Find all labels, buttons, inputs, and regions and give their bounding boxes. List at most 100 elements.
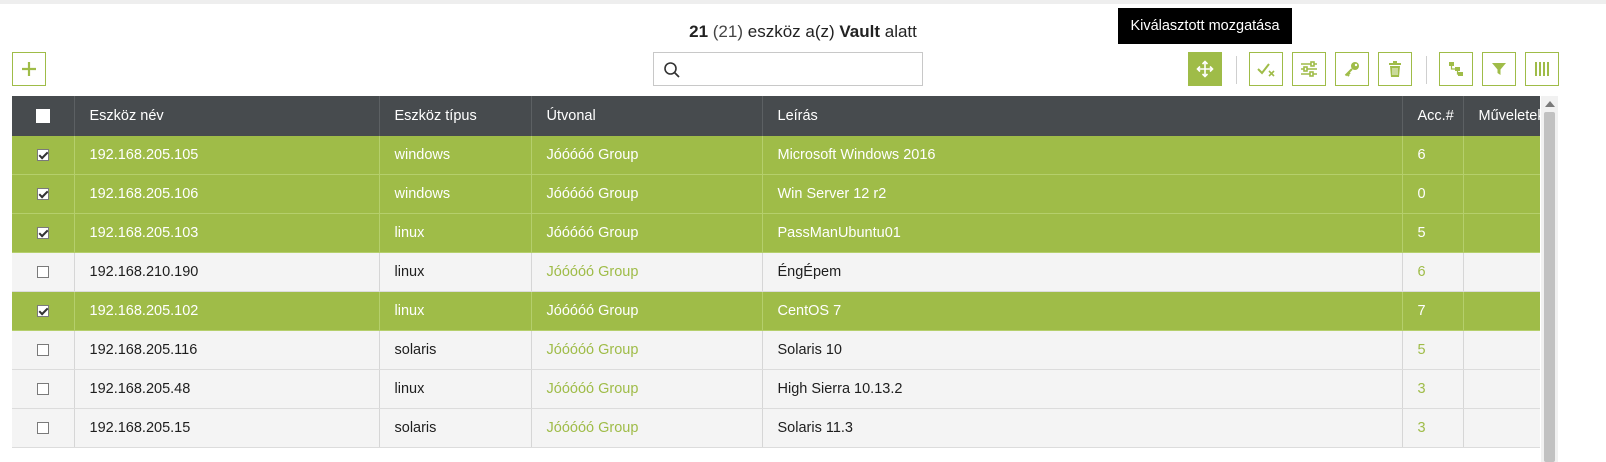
row-checkbox[interactable] xyxy=(36,266,49,279)
device-type-cell: windows xyxy=(379,174,532,214)
table-row[interactable]: 192.168.205.15 solaris Jóóóóó Group Solaris… xyxy=(12,408,1540,448)
device-path-link[interactable]: Jóóóóó Group xyxy=(531,174,763,214)
columns-icon xyxy=(1535,62,1549,76)
deselect-button[interactable] xyxy=(1249,52,1283,86)
account-count-link[interactable]: 5 xyxy=(1402,213,1464,253)
toolbar-separator xyxy=(1236,56,1237,84)
row-actions-cell xyxy=(1463,330,1540,370)
device-type-cell: linux xyxy=(379,252,532,292)
columns-button[interactable] xyxy=(1525,52,1559,86)
device-description-cell: Microsoft Windows 2016 xyxy=(762,136,1403,175)
scroll-up-arrow[interactable] xyxy=(1545,101,1555,107)
filter-button[interactable] xyxy=(1482,52,1516,86)
plus-icon xyxy=(22,62,36,76)
settings-sliders-button[interactable] xyxy=(1292,52,1326,86)
row-checkbox[interactable] xyxy=(36,383,49,396)
device-description-cell: CentOS 7 xyxy=(762,291,1403,331)
row-actions-cell xyxy=(1463,136,1540,175)
column-header-accounts[interactable]: Acc.# xyxy=(1402,96,1464,136)
table-row[interactable]: 192.168.205.48 linux Jóóóóó Group High Sier… xyxy=(12,369,1540,409)
device-type-cell: windows xyxy=(379,136,532,175)
select-all-checkbox[interactable] xyxy=(35,109,50,124)
add-device-button[interactable] xyxy=(12,52,46,86)
device-description-cell: High Sierra 10.13.2 xyxy=(762,369,1403,409)
row-checkbox-cell xyxy=(12,369,75,409)
vault-name: Vault xyxy=(839,22,881,41)
tree-view-button[interactable] xyxy=(1439,52,1473,86)
table-row[interactable]: 192.168.210.190 linux Jóóóóó Group ÉngÉpem 6 xyxy=(12,252,1540,292)
row-checkbox[interactable] xyxy=(36,344,49,357)
row-actions-cell xyxy=(1463,291,1540,331)
move-icon xyxy=(1196,60,1214,78)
row-checkbox-cell xyxy=(12,136,75,175)
account-count-link[interactable]: 7 xyxy=(1402,291,1464,331)
top-strip xyxy=(0,0,1606,4)
scrollbar-thumb[interactable] xyxy=(1544,112,1555,462)
table-row[interactable]: 192.168.205.105 windows Jóóóóó Group Micros… xyxy=(12,136,1540,175)
count-suffix: alatt xyxy=(884,22,917,41)
table-row[interactable]: 192.168.205.102 linux Jóóóóó Group CentOS 7… xyxy=(12,291,1540,331)
device-description-cell: ÉngÉpem xyxy=(762,252,1403,292)
account-count-link[interactable]: 3 xyxy=(1402,369,1464,409)
row-checkbox[interactable] xyxy=(36,422,49,435)
row-actions-cell xyxy=(1463,213,1540,253)
column-header-actions: Műveletek xyxy=(1463,96,1540,136)
device-count: 21 xyxy=(689,22,709,41)
account-count-link[interactable]: 6 xyxy=(1402,252,1464,292)
account-count-link[interactable]: 0 xyxy=(1402,174,1464,214)
table-row[interactable]: 192.168.205.103 linux Jóóóóó Group PassManU… xyxy=(12,213,1540,253)
device-name-cell: 192.168.205.48 xyxy=(74,369,380,409)
device-path-link[interactable]: Jóóóóó Group xyxy=(531,252,763,292)
device-name-cell: 192.168.205.105 xyxy=(74,136,380,175)
device-description-cell: Solaris 11.3 xyxy=(762,408,1403,448)
filter-icon xyxy=(1492,63,1506,75)
row-checkbox-cell xyxy=(12,174,75,214)
table-row[interactable]: 192.168.205.106 windows Jóóóóó Group Win Se… xyxy=(12,174,1540,214)
device-name-cell: 192.168.210.190 xyxy=(74,252,380,292)
row-actions-cell xyxy=(1463,369,1540,409)
device-path-link[interactable]: Jóóóóó Group xyxy=(531,369,763,409)
column-header-name[interactable]: Eszköz név xyxy=(74,96,380,136)
device-type-cell: linux xyxy=(379,291,532,331)
account-count-link[interactable]: 3 xyxy=(1402,408,1464,448)
device-name-cell: 192.168.205.106 xyxy=(74,174,380,214)
devices-table-container: Eszköz név Eszköz típus Útvonal Leírás A… xyxy=(12,96,1540,462)
row-checkbox[interactable] xyxy=(36,227,49,240)
device-count-title: 21 (21) eszköz a(z) Vault alatt xyxy=(0,22,1606,42)
device-path-link[interactable]: Jóóóóó Group xyxy=(531,330,763,370)
search-box[interactable] xyxy=(653,52,923,86)
device-type-cell: solaris xyxy=(379,408,532,448)
count-middle-text: eszköz a(z) xyxy=(747,22,835,41)
column-header-type[interactable]: Eszköz típus xyxy=(379,96,532,136)
search-input[interactable] xyxy=(688,53,916,85)
row-checkbox[interactable] xyxy=(36,305,49,318)
search-icon xyxy=(664,62,680,78)
vertical-scrollbar[interactable] xyxy=(1541,96,1558,462)
row-checkbox[interactable] xyxy=(36,149,49,162)
row-checkbox[interactable] xyxy=(36,188,49,201)
account-count-link[interactable]: 5 xyxy=(1402,330,1464,370)
deselect-icon xyxy=(1257,63,1275,77)
device-type-cell: linux xyxy=(379,213,532,253)
device-description-cell: Solaris 10 xyxy=(762,330,1403,370)
device-total: (21) xyxy=(712,22,743,41)
device-path-link[interactable]: Jóóóóó Group xyxy=(531,291,763,331)
tree-icon xyxy=(1449,62,1463,76)
account-count-link[interactable]: 6 xyxy=(1402,136,1464,175)
credentials-key-button[interactable] xyxy=(1335,52,1369,86)
table-row[interactable]: 192.168.205.116 solaris Jóóóóó Group Solari… xyxy=(12,330,1540,370)
toolbar-separator xyxy=(1426,56,1427,84)
column-header-description[interactable]: Leírás xyxy=(762,96,1403,136)
move-selected-button[interactable] xyxy=(1188,52,1222,86)
device-type-cell: solaris xyxy=(379,330,532,370)
row-actions-cell xyxy=(1463,408,1540,448)
delete-button[interactable] xyxy=(1378,52,1412,86)
device-path-link[interactable]: Jóóóóó Group xyxy=(531,213,763,253)
device-path-link[interactable]: Jóóóóó Group xyxy=(531,408,763,448)
device-path-link[interactable]: Jóóóóó Group xyxy=(531,136,763,175)
column-header-path[interactable]: Útvonal xyxy=(531,96,763,136)
row-checkbox-cell xyxy=(12,291,75,331)
row-checkbox-cell xyxy=(12,330,75,370)
select-all-cell xyxy=(12,96,75,136)
sliders-icon xyxy=(1301,61,1317,77)
